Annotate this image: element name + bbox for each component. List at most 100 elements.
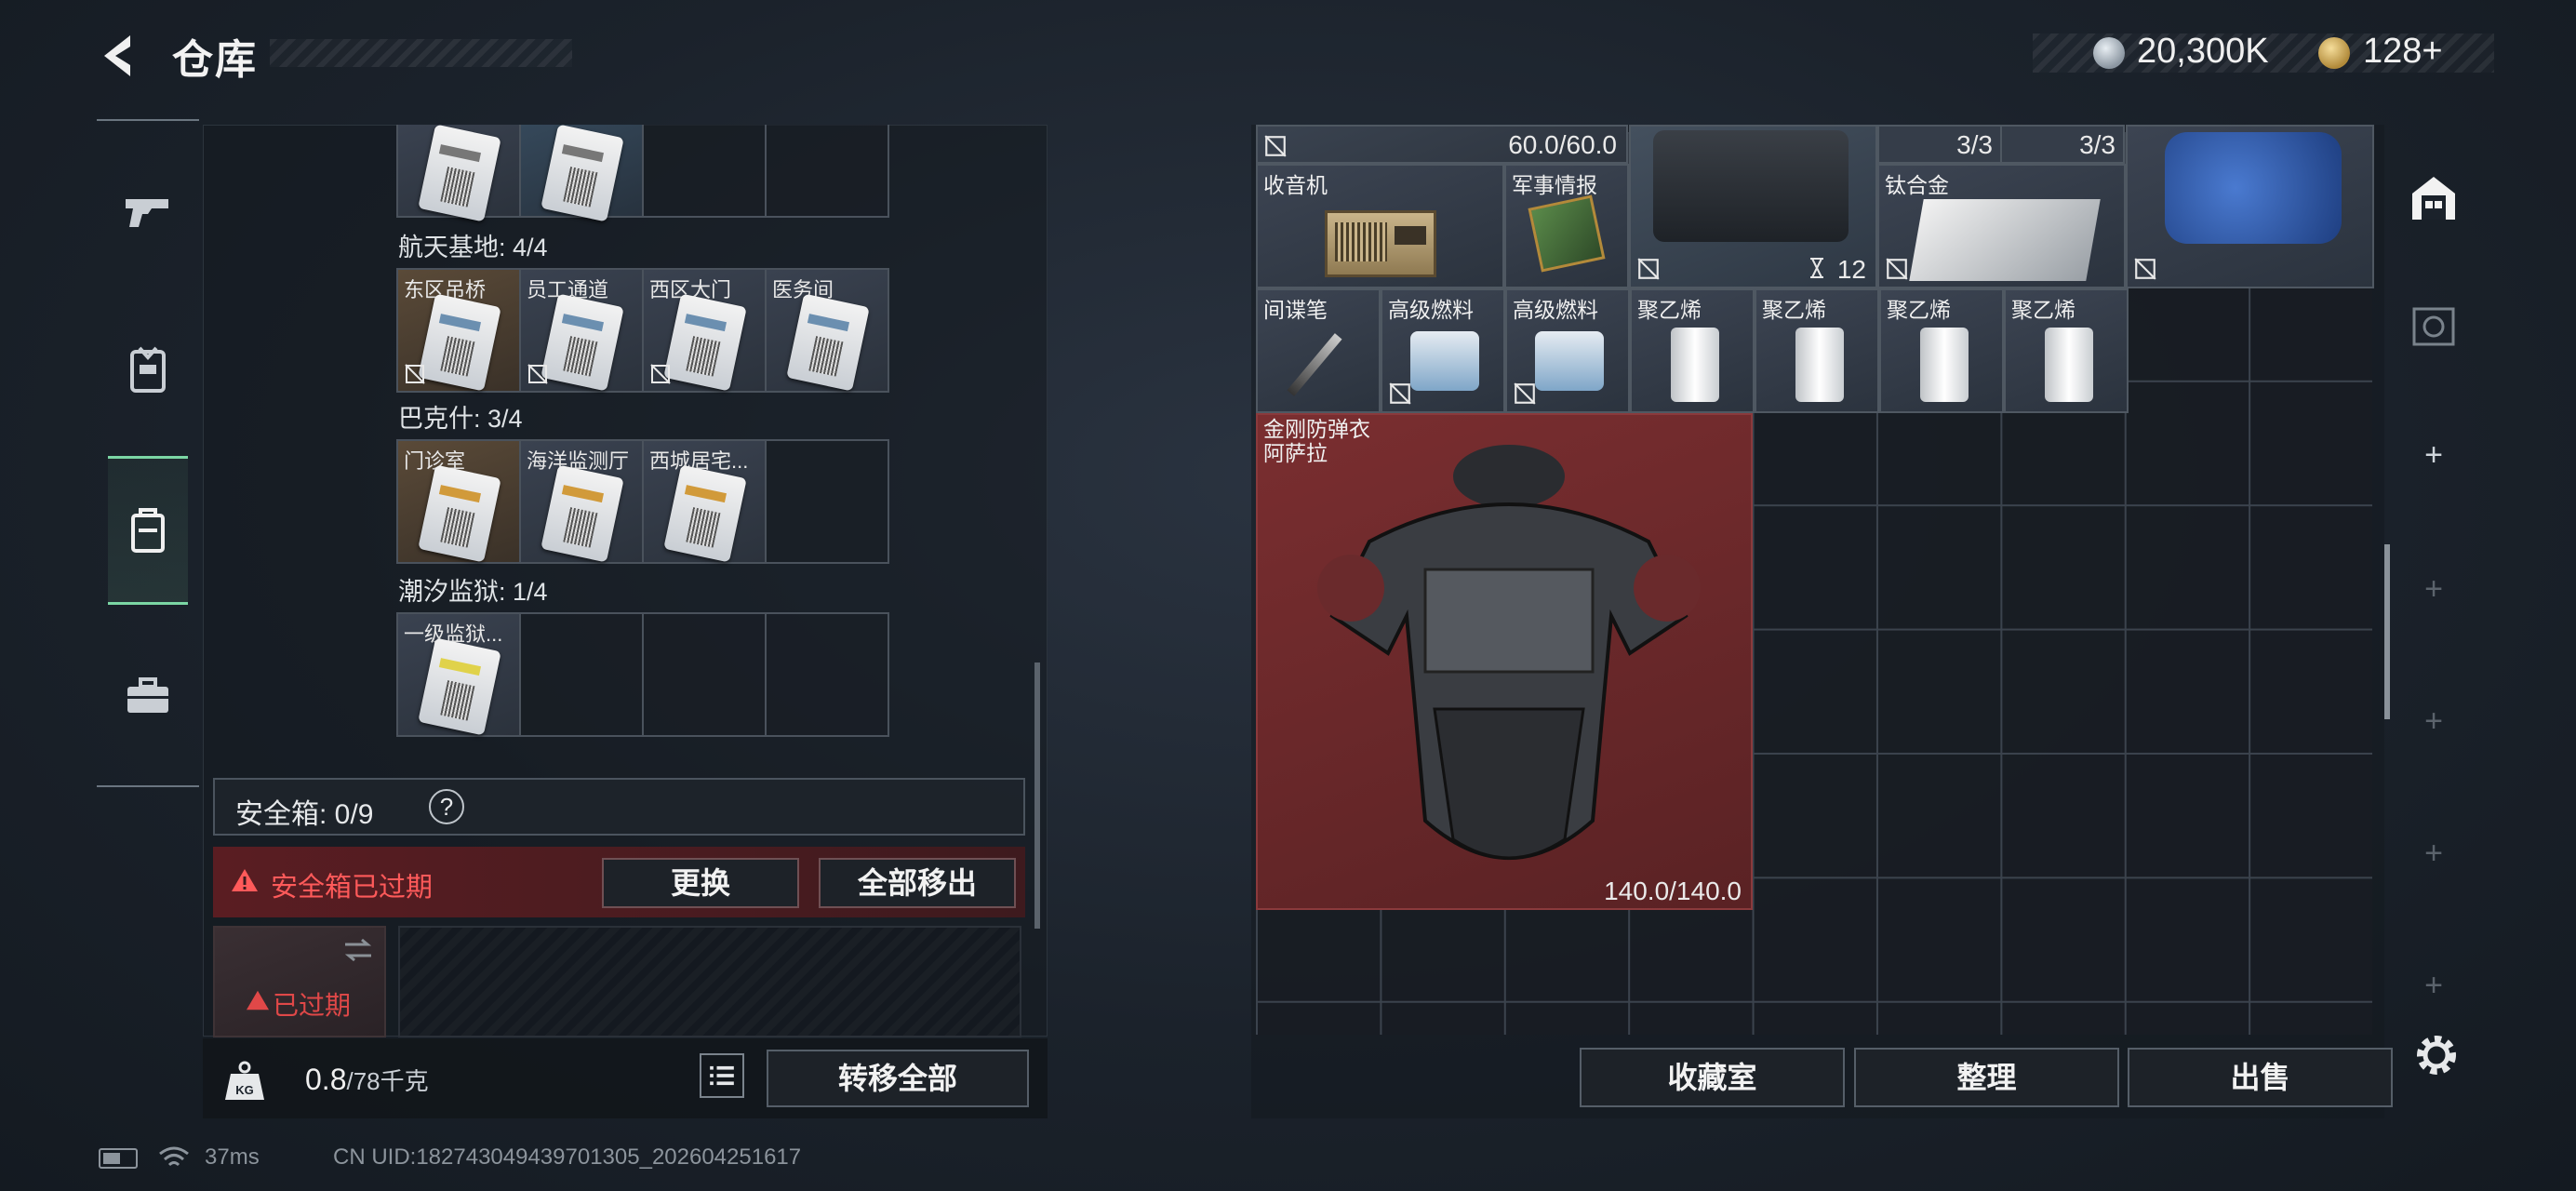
keycard-slot[interactable]: 一级监狱... <box>396 612 521 737</box>
keycard-icon <box>786 293 870 392</box>
nav-tab-backpack[interactable] <box>108 456 188 605</box>
section-label-bakesh: 巴克什: 3/4 <box>398 405 523 433</box>
keycard-slot[interactable]: 西城居宅... <box>642 439 767 564</box>
silver-amount[interactable]: 20,300K <box>2137 32 2269 72</box>
gold-coin-icon <box>2318 37 2350 69</box>
no-trade-icon <box>1637 258 1660 280</box>
keycard-slot[interactable]: 门诊室 <box>396 439 521 564</box>
swap-button[interactable]: 更换 <box>602 858 799 908</box>
stash-item-body-armor[interactable]: 金刚防弹衣 阿萨拉 140.0/140.0 <box>1256 413 1753 910</box>
nav-tab-case[interactable] <box>97 622 199 770</box>
transfer-all-button[interactable]: 转移全部 <box>767 1050 1029 1107</box>
vault-tab-icon[interactable] <box>2409 303 2459 350</box>
right-scrollbar[interactable] <box>2384 544 2390 719</box>
keycard-icon <box>663 293 747 392</box>
safe-box-slot[interactable]: 已过期 <box>213 926 386 1037</box>
no-trade-icon <box>1389 382 1411 405</box>
keycard-icon <box>418 293 501 392</box>
card-slot-empty[interactable] <box>642 612 767 737</box>
spool-icon <box>1920 328 1969 402</box>
pistol-icon <box>126 199 168 227</box>
stash-item-polyethylene[interactable]: 聚乙烯 <box>2004 288 2129 413</box>
list-icon[interactable] <box>700 1053 744 1098</box>
briefcase-icon <box>127 677 168 713</box>
stash-item-intel[interactable]: 军事情报 <box>1504 164 1629 288</box>
add-tab-icon[interactable]: + <box>2420 968 2448 1004</box>
add-tab-icon[interactable]: + <box>2420 836 2448 872</box>
weight-bar: KG 0.8/78千克 转移全部 <box>203 1038 1048 1118</box>
sell-button[interactable]: 出售 <box>2128 1048 2393 1107</box>
keycard-slot[interactable]: 西区大门 <box>642 268 767 393</box>
stash-item-bag[interactable]: 12 <box>1629 125 1877 288</box>
card-row-bakesh: 门诊室 海洋监测厅 西城居宅... <box>396 439 889 564</box>
titanium-ingot-icon <box>1909 199 2101 281</box>
back-arrow-icon[interactable] <box>93 28 149 84</box>
card-slot-empty[interactable] <box>765 125 889 218</box>
nav-tab-weapons[interactable] <box>97 138 199 287</box>
fuel-can-icon <box>1410 331 1479 391</box>
keycard-slot[interactable]: 东区吊桥 <box>396 268 521 393</box>
battery-icon <box>99 1148 138 1169</box>
spool-icon <box>2045 328 2093 402</box>
keycard-icon <box>418 464 501 563</box>
stash-item-radio[interactable]: 收音机 <box>1256 164 1504 288</box>
card-slot[interactable] <box>519 124 644 222</box>
keycard-slot[interactable]: 海洋监测厅 <box>519 439 644 564</box>
help-icon[interactable]: ? <box>429 789 464 824</box>
card-row-tidal-prison: 一级监狱... <box>396 612 889 737</box>
tactical-bag-icon <box>1653 130 1849 242</box>
stash-item-partial[interactable]: 3/3 <box>2000 125 2125 164</box>
keycard-slot[interactable]: 医务间 <box>765 268 889 393</box>
weight-readout: 0.8/78千克 <box>305 1063 429 1096</box>
stash-item-partial[interactable]: 60.0/60.0 <box>1256 125 1628 164</box>
gear-icon[interactable] <box>2412 1031 2461 1079</box>
warning-icon <box>247 990 269 1010</box>
card-slot-empty[interactable] <box>765 612 889 737</box>
no-trade-icon <box>1886 258 1908 280</box>
stash-item-partial[interactable]: 3/3 <box>1877 125 2002 164</box>
safe-box-title: 安全箱: 0/9 <box>235 799 374 830</box>
add-tab-icon[interactable]: + <box>2420 703 2448 740</box>
swap-arrows-icon[interactable] <box>341 937 375 963</box>
stash-item-fuel[interactable]: 高级燃料 <box>1505 288 1630 413</box>
fuel-can-icon <box>1535 331 1604 391</box>
stash-tab-icon[interactable] <box>2409 173 2459 223</box>
weight-icon: KG <box>225 1061 264 1100</box>
expired-label: 已过期 <box>273 991 352 1020</box>
stash-item-polyethylene[interactable]: 聚乙烯 <box>1879 288 2004 413</box>
stash-item-motor[interactable] <box>2126 125 2374 288</box>
durability-readout: 60.0/60.0 <box>1508 130 1617 159</box>
add-tab-icon[interactable]: + <box>2420 437 2448 474</box>
spool-icon <box>1795 328 1844 402</box>
circuit-board-icon <box>1528 194 1606 273</box>
section-label-space-base: 航天基地: 4/4 <box>398 234 548 261</box>
stash-item-titanium[interactable]: 钛合金 <box>1877 164 2126 288</box>
capacity-icon <box>1810 258 1823 278</box>
keycard-icon <box>541 293 624 392</box>
svg-text:KG: KG <box>235 1083 254 1097</box>
stash-item-fuel[interactable]: 高级燃料 <box>1381 288 1505 413</box>
card-slot[interactable] <box>396 124 521 222</box>
stash-item-polyethylene[interactable]: 聚乙烯 <box>1755 288 1879 413</box>
stash-item-spy-pen[interactable]: 间谍笔 <box>1256 288 1381 413</box>
stash-item-polyethylene[interactable]: 聚乙烯 <box>1630 288 1755 413</box>
page-title: 仓库 <box>172 37 258 83</box>
organize-button[interactable]: 整理 <box>1854 1048 2119 1107</box>
card-slot-empty[interactable] <box>642 125 767 218</box>
card-slot-empty[interactable] <box>519 612 644 737</box>
armor-durability: 140.0/140.0 <box>1604 877 1742 905</box>
keycard-slot[interactable]: 员工通道 <box>519 268 644 393</box>
gold-amount[interactable]: 128+ <box>2363 32 2443 72</box>
title-decoration <box>270 39 572 67</box>
card-slot-empty[interactable] <box>765 439 889 564</box>
move-all-out-button[interactable]: 全部移出 <box>819 858 1016 908</box>
nav-tab-equipment[interactable] <box>97 296 199 445</box>
no-trade-icon <box>2134 258 2156 280</box>
collection-room-button[interactable]: 收藏室 <box>1580 1048 1845 1107</box>
no-trade-icon <box>405 364 425 384</box>
add-tab-icon[interactable]: + <box>2420 571 2448 608</box>
pen-icon <box>1287 333 1342 396</box>
no-trade-icon <box>1264 135 1287 157</box>
spool-icon <box>1671 328 1719 402</box>
left-scrollbar[interactable] <box>1034 662 1040 929</box>
